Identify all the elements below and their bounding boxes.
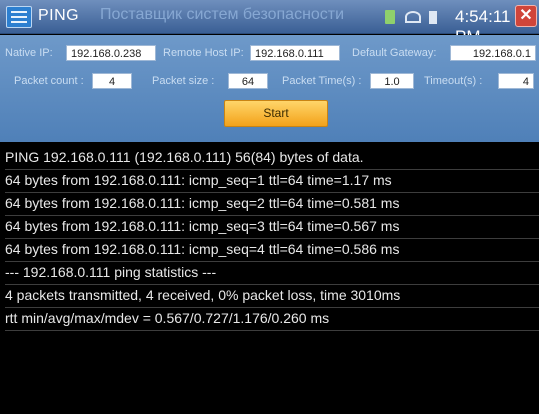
packet-size-label: Packet size : [152,75,215,87]
default-gateway-label: Default Gateway: [352,47,437,59]
console-line: rtt min/avg/max/mdev = 0.567/0.727/1.176… [5,308,539,331]
packet-count-label: Packet count : [14,75,84,87]
console-line: 4 packets transmitted, 4 received, 0% pa… [5,285,539,308]
close-button[interactable]: ✕ [515,5,537,27]
remote-host-label: Remote Host IP: [163,47,244,59]
console-line: --- 192.168.0.111 ping statistics --- [5,262,539,285]
watermark-text: Поставщик систем безопасности [100,6,345,23]
remote-host-field[interactable]: 192.168.0.111 [250,45,340,61]
app-title: PING [38,7,80,24]
start-button[interactable]: Start [224,100,328,127]
app-icon [6,6,32,28]
packet-count-field[interactable]: 4 [92,73,132,89]
battery-icon [429,11,437,24]
console-line: PING 192.168.0.111 (192.168.0.111) 56(84… [5,147,539,170]
title-bar: PING Поставщик систем безопасности 4:54:… [0,0,539,46]
native-ip-label: Native IP: [5,47,53,59]
console-line: 64 bytes from 192.168.0.111: icmp_seq=1 … [5,170,539,193]
packet-size-field[interactable]: 64 [228,73,268,89]
ping-output-console: PING 192.168.0.111 (192.168.0.111) 56(84… [0,142,539,414]
native-ip-field[interactable]: 192.168.0.238 [66,45,156,61]
status-icons [385,9,445,25]
packet-time-field[interactable]: 1.0 [370,73,414,89]
packet-time-label: Packet Time(s) : [282,75,362,87]
usb-icon [405,11,421,23]
console-line: 64 bytes from 192.168.0.111: icmp_seq=4 … [5,239,539,262]
sim-icon [385,10,395,24]
timeout-label: Timeout(s) : [424,75,483,87]
close-icon: ✕ [519,7,533,24]
console-line: 64 bytes from 192.168.0.111: icmp_seq=3 … [5,216,539,239]
console-line: 64 bytes from 192.168.0.111: icmp_seq=2 … [5,193,539,216]
timeout-field[interactable]: 4 [498,73,534,89]
default-gateway-field[interactable]: 192.168.0.1 [450,45,536,61]
ping-config-panel: Native IP: 192.168.0.238 Remote Host IP:… [0,35,539,142]
